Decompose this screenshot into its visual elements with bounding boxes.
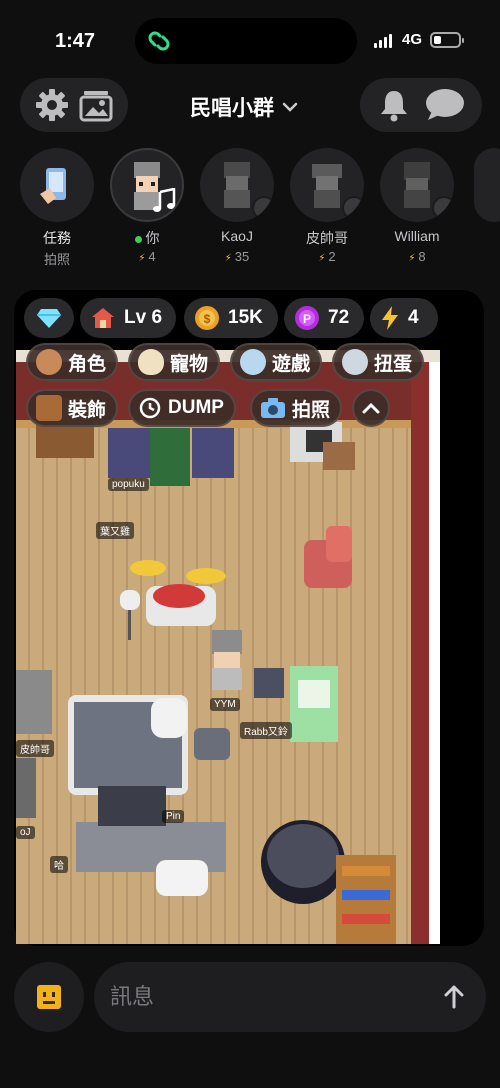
chat-bubble-icon[interactable]: [424, 87, 466, 123]
lightbulb-icon: [240, 349, 266, 375]
network-type: 4G: [402, 31, 423, 48]
svg-text:$: $: [204, 312, 211, 326]
diamond-icon: [37, 309, 61, 328]
energy-value: 4: [408, 307, 419, 328]
character-label: popuku: [108, 478, 149, 491]
house-icon: [92, 308, 114, 328]
more-members-peek[interactable]: [474, 148, 500, 222]
points-counter[interactable]: P 72: [284, 298, 364, 338]
settings-gear-icon[interactable]: [34, 87, 70, 123]
dynamic-island: [135, 18, 357, 64]
coin-counter[interactable]: $ 15K: [184, 298, 278, 338]
chevron-down-icon: [282, 102, 298, 112]
coin-value: 15K: [228, 307, 263, 328]
pixel-room: [16, 350, 440, 944]
character-label: oJ: [16, 826, 35, 839]
member-name: 皮帥哥: [306, 230, 348, 246]
arrow-up-icon: [444, 985, 464, 1009]
character-label: Rabb又鈴: [240, 722, 292, 739]
points-value: 72: [328, 307, 350, 328]
character-face-icon: [36, 349, 62, 375]
bell-icon[interactable]: [376, 87, 412, 123]
member-name: 你: [102, 228, 192, 246]
task-button[interactable]: 任務 拍照: [12, 148, 102, 268]
character-label: YYM: [210, 698, 240, 711]
music-note-icon: [153, 188, 176, 212]
photo-button[interactable]: 拍照: [250, 389, 343, 427]
box-icon: [36, 395, 62, 421]
level-value: Lv 6: [124, 307, 163, 328]
coin-icon: $: [195, 306, 219, 330]
status-time: 1:47: [55, 30, 96, 52]
games-menu-button[interactable]: 遊戲: [230, 343, 323, 381]
status-bar: 1:47 4G: [0, 0, 500, 70]
energy-counter[interactable]: 4: [370, 298, 438, 338]
send-button[interactable]: [434, 977, 474, 1017]
egg-icon: [138, 349, 164, 375]
avatar: [290, 148, 364, 222]
emoji-button[interactable]: [14, 962, 84, 1032]
group-selector[interactable]: 民唱小群: [190, 92, 298, 122]
room-scene[interactable]: popuku 葉又雞 YYM Rabb又鈴 皮帥哥 oJ 哈 Pin: [16, 350, 440, 944]
message-input[interactable]: [110, 977, 410, 1017]
lightning-icon: [382, 306, 398, 330]
dump-button[interactable]: DUMP: [128, 389, 236, 427]
member-name: William: [394, 228, 440, 244]
member-card-you[interactable]: 你 ⚡ 4: [102, 148, 192, 264]
chevron-up-icon: [362, 402, 380, 414]
avatar: [200, 148, 274, 222]
task-title: 任務: [43, 230, 71, 246]
member-energy: ⚡ 2: [318, 249, 336, 264]
member-card-william[interactable]: William ⚡ 8: [372, 148, 462, 264]
character-label: Pin: [162, 810, 185, 823]
avatar: [380, 148, 454, 222]
purple-point-icon: P: [295, 306, 319, 330]
gallery-icon[interactable]: [78, 87, 114, 123]
member-card-pi[interactable]: 皮帥哥 ⚡ 2: [282, 148, 372, 264]
task-avatar: [20, 148, 94, 222]
header-left-controls: [20, 78, 128, 132]
link-icon: [148, 31, 170, 51]
level-badge[interactable]: Lv 6: [80, 298, 176, 338]
character-label: 皮帥哥: [16, 740, 54, 757]
character-menu-button[interactable]: 角色: [26, 343, 119, 381]
collapse-menu-button[interactable]: [352, 389, 390, 427]
online-indicator: [134, 235, 142, 243]
decor-menu-button[interactable]: 裝飾: [26, 389, 119, 427]
members-row: 任務 拍照 你 ⚡ 4 KaoJ ⚡ 35 皮帥哥 ⚡ 2 William ⚡ …: [0, 148, 500, 283]
group-name: 民唱小群: [190, 97, 274, 120]
smiley-block-icon: [37, 985, 61, 1009]
member-card-kaoj[interactable]: KaoJ ⚡ 35: [192, 148, 282, 264]
gem-counter[interactable]: [24, 298, 74, 338]
character-label: 葉又雞: [96, 522, 134, 539]
camera-icon: [261, 398, 285, 418]
task-subtitle: 拍照: [43, 252, 70, 267]
member-energy: ⚡ 35: [224, 249, 250, 264]
svg-text:P: P: [303, 312, 311, 326]
character-label: 哈: [50, 856, 68, 873]
clock-icon: [139, 397, 161, 419]
battery-icon: [430, 32, 464, 48]
pet-menu-button[interactable]: 寵物: [128, 343, 221, 381]
gacha-ball-icon: [342, 349, 368, 375]
phone-camera-icon: [40, 168, 66, 204]
message-composer: [94, 962, 486, 1032]
member-energy: ⚡ 8: [408, 249, 426, 264]
header-right-controls: [360, 78, 482, 132]
signal-icon: [374, 34, 392, 48]
member-name: KaoJ: [221, 228, 253, 244]
gacha-menu-button[interactable]: 扭蛋: [332, 343, 425, 381]
avatar: [110, 148, 184, 222]
member-energy: ⚡ 4: [138, 249, 156, 264]
fish-badge: [342, 196, 364, 220]
pin-badge: [432, 196, 454, 220]
pin-badge: [252, 196, 274, 220]
